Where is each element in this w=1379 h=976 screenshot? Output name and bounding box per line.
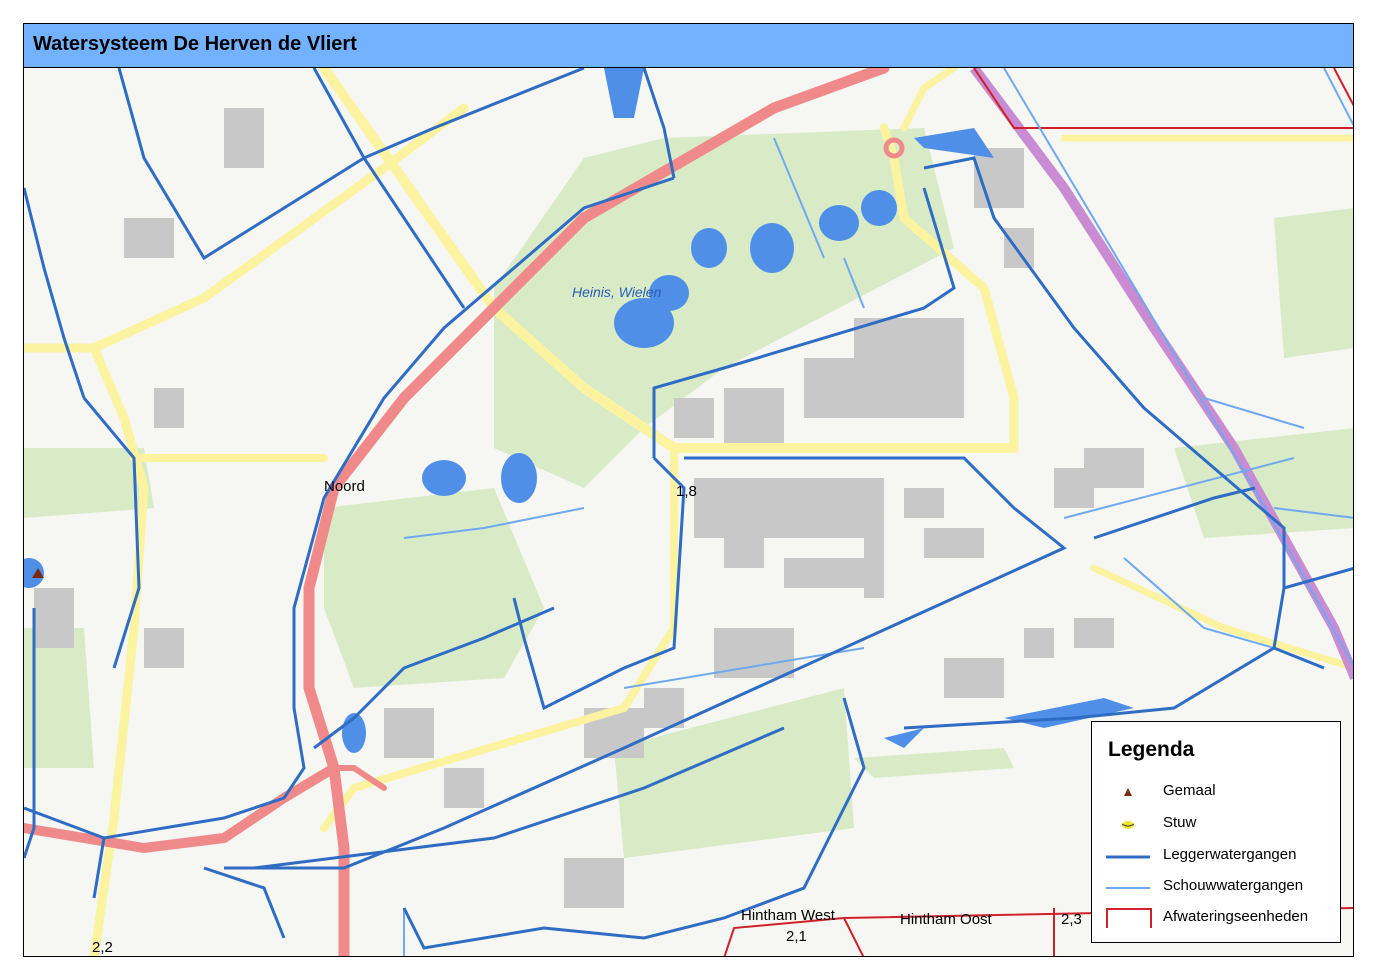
legend-title: Legenda — [1108, 738, 1195, 761]
line-icon — [1106, 855, 1150, 859]
line-icon — [1106, 887, 1150, 889]
triangle-icon — [1124, 788, 1132, 796]
railway — [970, 68, 1353, 680]
legend-item-afwateringseenheden: Afwateringseenheden — [1092, 906, 1342, 930]
area-label-hintham-oost: Hintham Oost — [900, 911, 992, 928]
legend-item-leggerwatergangen: Leggerwatergangen — [1092, 844, 1342, 868]
legend: Legenda Gemaal Stuw Leggerwatergangen Sc… — [1091, 721, 1341, 943]
weir-icon — [1121, 821, 1135, 829]
legend-label: Gemaal — [1163, 782, 1216, 799]
legend-label: Stuw — [1163, 814, 1197, 831]
polygon-icon — [1106, 908, 1152, 928]
value-label-2-3: 2,3 — [1061, 911, 1082, 928]
legend-item-gemaal: Gemaal — [1092, 780, 1342, 804]
value-label-2-2: 2,2 — [92, 939, 113, 956]
area-label-noord: Noord — [324, 478, 365, 495]
legend-label: Leggerwatergangen — [1163, 846, 1297, 863]
legend-item-stuw: Stuw — [1092, 812, 1342, 836]
legend-label: Schouwwatergangen — [1163, 877, 1304, 894]
area-label-hintham-west: Hintham West — [741, 907, 835, 924]
value-label-1-8: 1,8 — [676, 483, 697, 500]
legend-label: Afwateringseenheden — [1163, 908, 1309, 925]
value-label-2-1: 2,1 — [786, 928, 807, 945]
map-title: Watersysteem De Herven de Vliert — [33, 33, 357, 55]
legend-item-schouwwatergangen: Schouwwatergangen — [1092, 875, 1342, 899]
map-frame: Watersysteem De Herven de Vliert Heinis,… — [23, 23, 1354, 957]
title-bar: Watersysteem De Herven de Vliert — [24, 24, 1353, 68]
area-label-heinis: Heinis, Wielen — [572, 284, 662, 300]
